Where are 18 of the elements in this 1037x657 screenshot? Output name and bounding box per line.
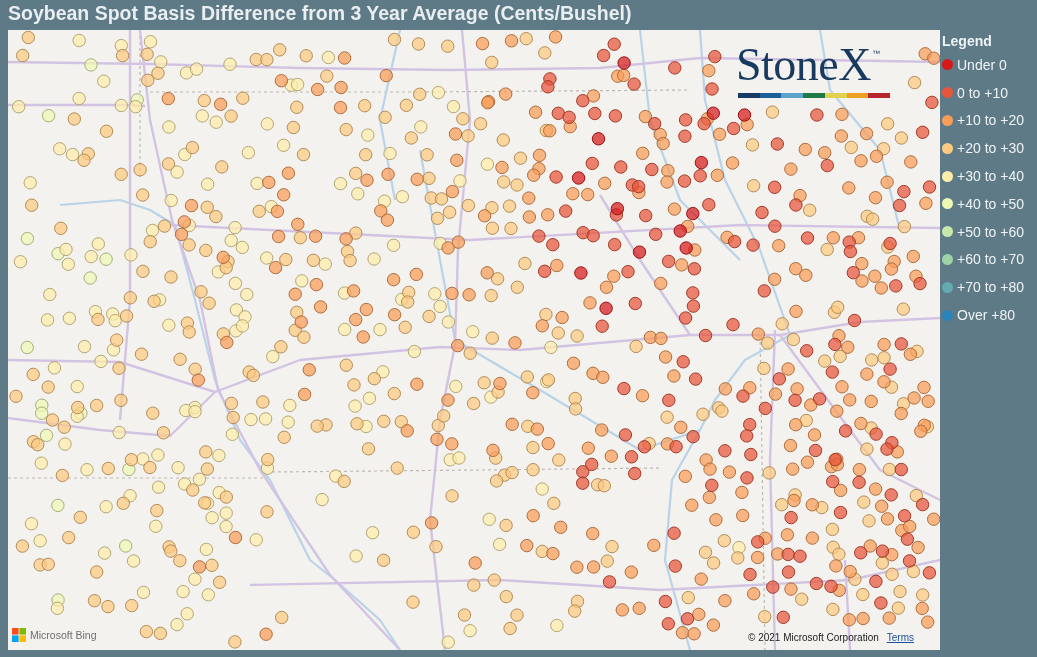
legend-label: Over +80 [957, 307, 1015, 324]
legend-label: Under 0 [957, 56, 1007, 73]
legend-label: 0 to +10 [957, 84, 1008, 101]
legend-label: +30 to +40 [957, 168, 1024, 185]
terms-link[interactable]: Terms [886, 631, 914, 644]
legend-label: +20 to +30 [957, 140, 1024, 157]
map-provider-text: Microsoft Bing [30, 628, 97, 642]
legend-label: +10 to +20 [957, 112, 1024, 129]
trademark-sign: ™ [872, 48, 880, 60]
legend-label: +50 to +60 [957, 223, 1024, 240]
copyright-text: © 2021 Microsoft Corporation [748, 631, 879, 644]
legend-label: +40 to +50 [957, 195, 1024, 212]
legend-label: +60 to +70 [957, 251, 1024, 268]
four-square-logo-icon [12, 628, 26, 642]
logo-wordmark: StoneX [736, 42, 871, 88]
chart-title: Soybean Spot Basis Difference from 3 Year Average (Cents/Bushel) [7, 1, 633, 26]
legend-title: Legend [942, 32, 993, 51]
legend-label: +70 to +80 [957, 279, 1024, 296]
